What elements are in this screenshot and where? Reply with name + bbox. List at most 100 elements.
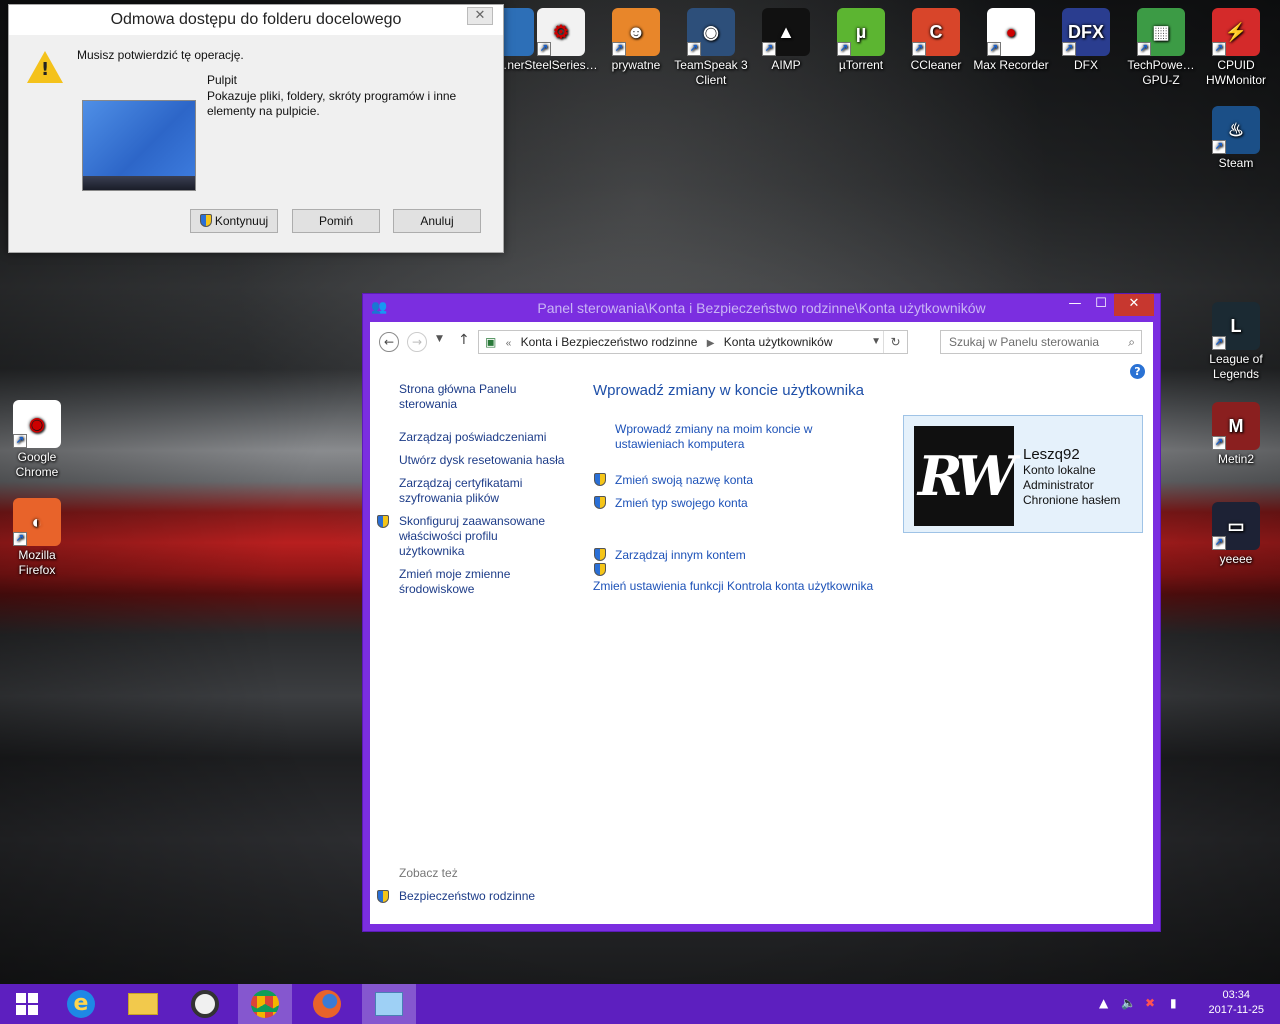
forward-button[interactable]: → (407, 332, 427, 352)
window-content: ← → ▼ ↑ ▣ « Konta i Bezpieczeństwo rodzi… (370, 322, 1153, 924)
change-account-name-link[interactable]: Zmień swoją nazwę konta (615, 473, 753, 488)
pc-settings-link[interactable]: Wprowadź zmiany na moim koncie w ustawie… (615, 422, 835, 452)
sidebar-item-reset-disk[interactable]: Utwórz dysk resetowania hasła (399, 453, 564, 468)
clock[interactable]: 03:34 2017-11-25 (1209, 988, 1264, 1018)
app-icon: L ↗ (1212, 302, 1260, 350)
close-button[interactable]: ✕ (1114, 294, 1154, 316)
sidebar-home-link[interactable]: Strona główna Panelu sterowania (399, 382, 529, 412)
breadcrumb-accounts-family[interactable]: Konta i Bezpieczeństwo rodzinne (521, 335, 698, 349)
icon-label: Google Chrome (15, 450, 59, 479)
taskbar-control-panel[interactable] (362, 984, 416, 1024)
uac-shield-icon (377, 515, 389, 528)
shortcut-arrow-icon: ↗ (912, 42, 926, 56)
navigation-bar: ← → ▼ ↑ ▣ « Konta i Bezpieczeństwo rodzi… (370, 322, 1153, 362)
window-titlebar[interactable]: 👥 Panel sterowania\Konta i Bezpieczeństw… (363, 294, 1160, 322)
uac-shield-icon (199, 214, 212, 227)
desktop-icon-right-2[interactable]: M ↗ Metin2 (1198, 402, 1274, 467)
sidebar-item-credentials[interactable]: Zarządzaj poświadczeniami (399, 430, 546, 445)
desktop-icon-top-6[interactable]: C ↗ CCleaner (898, 8, 974, 73)
taskbar-firefox[interactable] (300, 984, 354, 1024)
desktop-icon-left-0[interactable]: ◉ ↗ Google Chrome (0, 400, 75, 480)
taskbar-chrome[interactable] (238, 984, 292, 1024)
account-name: Leszq92 (1023, 446, 1080, 463)
desktop-icon-top-7[interactable]: ● ↗ Max Recorder (973, 8, 1049, 73)
back-button[interactable]: ← (379, 332, 399, 352)
refresh-icon[interactable]: ↻ (883, 331, 907, 353)
taskbar-steelseries[interactable] (178, 984, 232, 1024)
icon-label: µTorrent (838, 58, 884, 72)
uac-shield-icon (594, 473, 606, 486)
help-icon[interactable]: ? (1130, 364, 1145, 379)
dialog-close-button[interactable]: ✕ (467, 7, 493, 25)
desktop-icon-right-0[interactable]: ♨ ↗ Steam (1198, 106, 1274, 171)
cancel-button[interactable]: Anuluj (393, 209, 481, 233)
windows-logo-icon (16, 993, 38, 1015)
icon-label: TechPowe… GPU-Z (1127, 58, 1195, 87)
sidebar-item-profile-properties[interactable]: Skonfiguruj zaawansowane właściwości pro… (399, 514, 549, 559)
app-icon: M ↗ (1212, 402, 1260, 450)
icon-label: CCleaner (910, 58, 962, 72)
app-icon: ● ↗ (987, 8, 1035, 56)
icon-label: League of Legends (1209, 352, 1263, 381)
shortcut-arrow-icon: ↗ (762, 42, 776, 56)
search-input[interactable]: Szukaj w Panelu sterowania ⌕ (940, 330, 1142, 354)
taskbar-internet-explorer[interactable]: e (54, 984, 108, 1024)
breadcrumb-user-accounts[interactable]: Konta użytkowników (724, 335, 833, 349)
uac-settings-link[interactable]: Zmień ustawienia funkcji Kontrola konta … (593, 579, 873, 594)
volume-icon[interactable]: 🔈 (1121, 996, 1136, 1010)
continue-button[interactable]: Kontynuuj (190, 209, 278, 233)
app-icon: C ↗ (912, 8, 960, 56)
desktop-icon-top-9[interactable]: ▦ ↗ TechPowe… GPU-Z (1123, 8, 1199, 88)
icon-label: DFX (1074, 58, 1098, 72)
show-hidden-icons-icon[interactable]: ▲ (1099, 996, 1108, 1010)
desktop-icon-left-1[interactable]: ◐ ↗ Mozilla Firefox (0, 498, 75, 578)
window-title: Panel sterowania\Konta i Bezpieczeństwo … (537, 300, 986, 316)
control-panel-window: 👥 Panel sterowania\Konta i Bezpieczeństw… (362, 293, 1161, 932)
family-safety-link[interactable]: Bezpieczeństwo rodzinne (399, 889, 535, 903)
app-icon: ▭ ↗ (1212, 502, 1260, 550)
shortcut-arrow-icon: ↗ (1212, 536, 1226, 550)
warning-icon: ! (27, 51, 63, 83)
desktop-icon-top-1[interactable]: ⚙ ↗ SteelSeries… (523, 8, 599, 73)
desktop-icon-top-8[interactable]: DFX ↗ DFX (1048, 8, 1124, 73)
desktop-icon-top-3[interactable]: ◉ ↗ TeamSpeak 3 Client (673, 8, 749, 88)
desktop-icon-top-10[interactable]: ⚡ ↗ CPUID HWMonitor (1198, 8, 1274, 88)
app-icon: ◉ ↗ (13, 400, 61, 448)
start-button[interactable] (0, 984, 54, 1024)
app-icon: ▦ ↗ (1137, 8, 1185, 56)
up-arrow-icon[interactable]: ↑ (458, 332, 470, 348)
desktop-icon-top-2[interactable]: ☻ ↗ prywatne (598, 8, 674, 73)
sidebar-item-certificates[interactable]: Zarządzaj certyfikatami szyfrowania plik… (399, 476, 539, 506)
app-icon: ◉ ↗ (687, 8, 735, 56)
app-icon: ◐ ↗ (13, 498, 61, 546)
desktop-icon-top-4[interactable]: ▲ ↗ AIMP (748, 8, 824, 73)
maximize-button[interactable]: ☐ (1088, 294, 1114, 316)
manage-other-account-link[interactable]: Zarządzaj innym kontem (615, 548, 746, 563)
steelseries-icon (191, 990, 219, 1018)
change-account-type-link[interactable]: Zmień typ swojego konta (615, 496, 748, 511)
skip-button[interactable]: Pomiń (292, 209, 380, 233)
sidebar-item-environment-variables[interactable]: Zmień moje zmienne środowiskowe (399, 567, 529, 597)
address-bar[interactable]: ▣ « Konta i Bezpieczeństwo rodzinne ▶ Ko… (478, 330, 908, 354)
shortcut-arrow-icon: ↗ (612, 42, 626, 56)
minimize-button[interactable]: — (1062, 294, 1088, 316)
account-type: Konto lokalne (1023, 463, 1096, 477)
recent-locations-icon[interactable]: ▼ (436, 334, 443, 344)
uac-shield-icon (594, 548, 606, 561)
taskbar-file-explorer[interactable] (116, 984, 170, 1024)
desktop-icon-right-1[interactable]: L ↗ League of Legends (1198, 302, 1274, 382)
shortcut-arrow-icon: ↗ (987, 42, 1001, 56)
chevron-down-icon[interactable]: ▼ (871, 331, 881, 353)
family-safety-icon (377, 890, 389, 903)
icon-label: SteelSeries… (524, 58, 598, 72)
account-password-status: Chronione hasłem (1023, 493, 1121, 507)
uac-shield-icon (594, 496, 606, 509)
shortcut-arrow-icon: ↗ (1062, 42, 1076, 56)
signal-icon[interactable]: ▮ (1170, 996, 1177, 1010)
icon-label: Max Recorder (973, 58, 1049, 72)
desktop-icon-right-3[interactable]: ▭ ↗ yeeee (1198, 502, 1274, 567)
dialog-message: Musisz potwierdzić tę operację. (77, 48, 244, 62)
desktop-icon-top-5[interactable]: µ ↗ µTorrent (823, 8, 899, 73)
network-error-icon[interactable]: ✖ (1145, 996, 1155, 1010)
dialog-title: Odmowa dostępu do folderu docelowego (9, 5, 503, 35)
